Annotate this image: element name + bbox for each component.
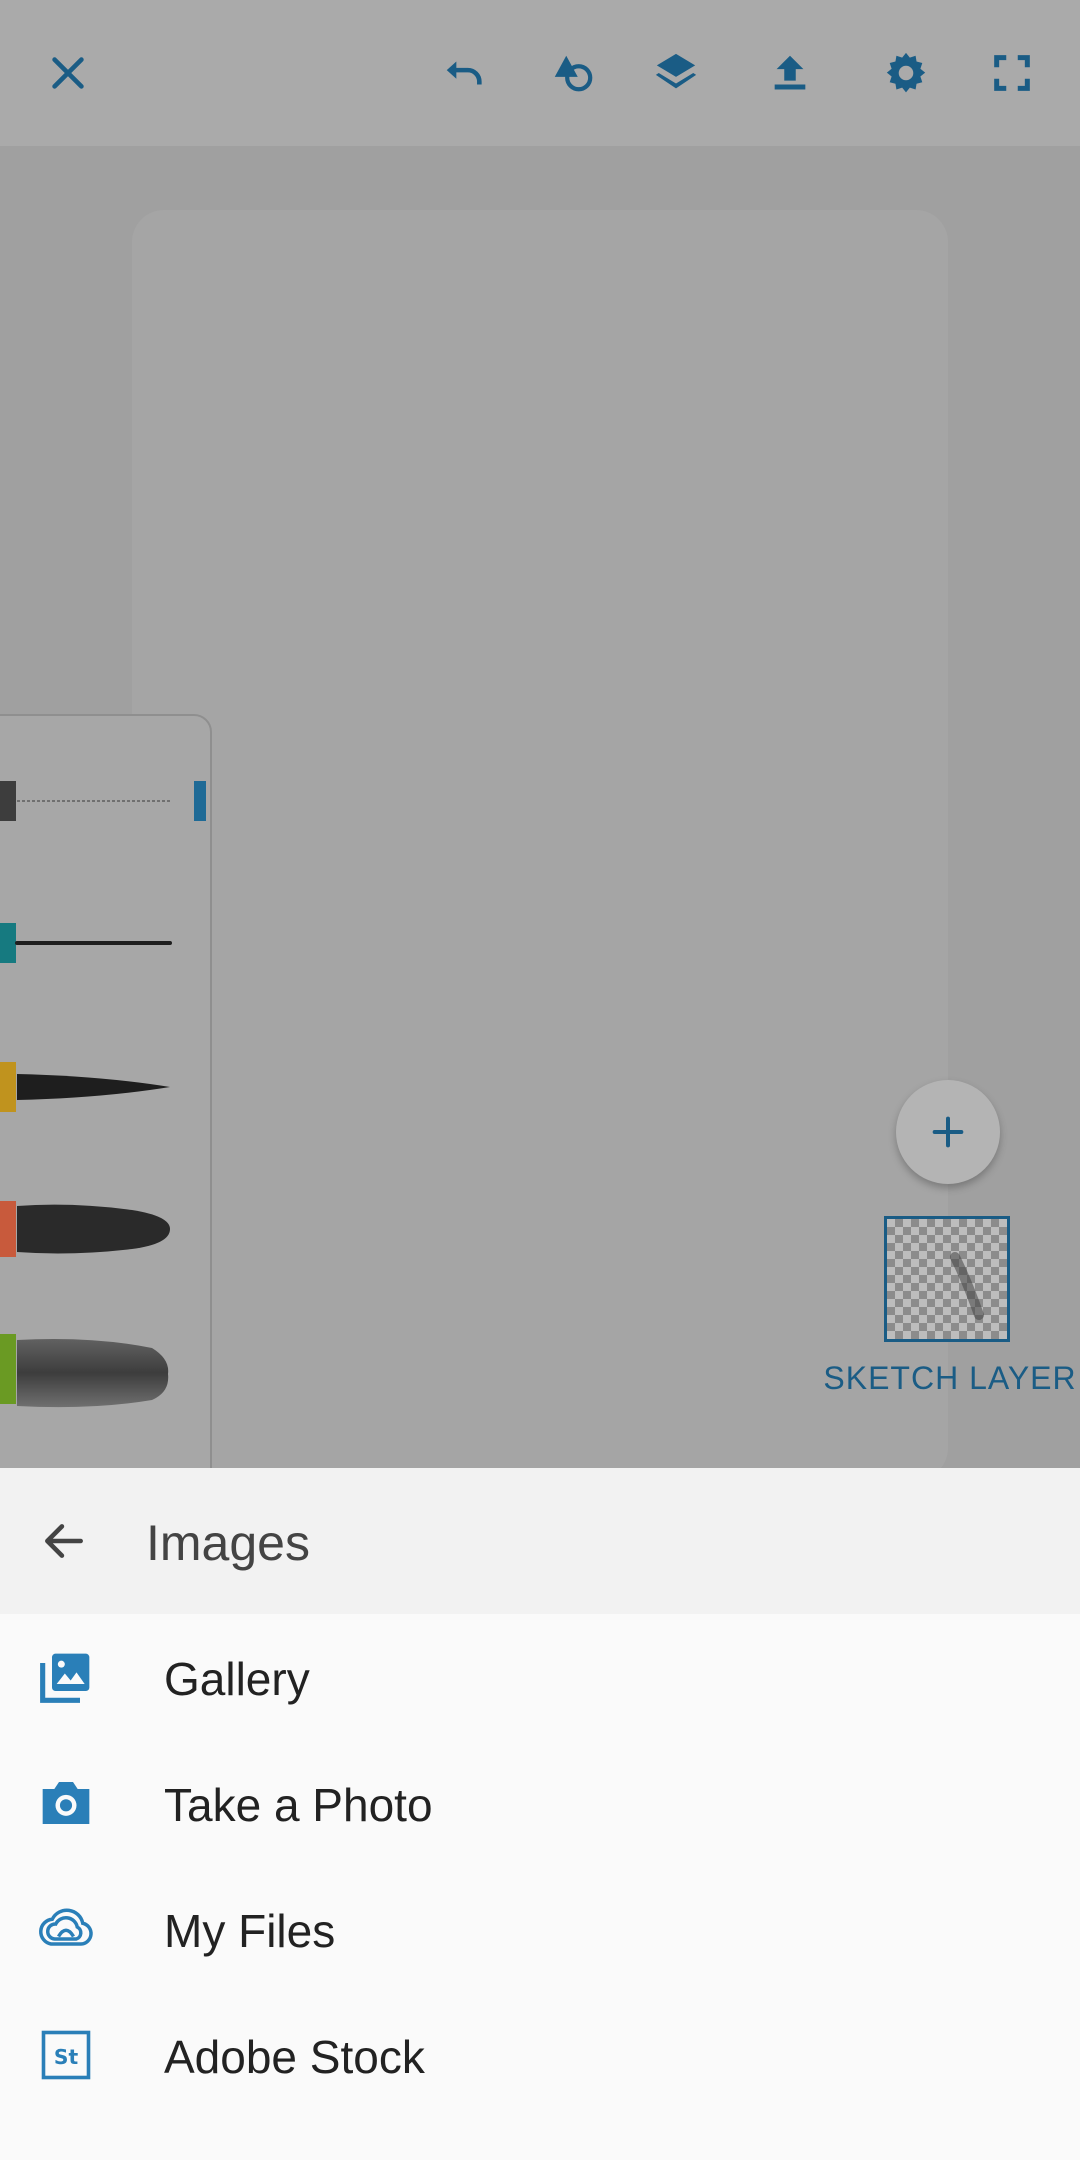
paint-stroke-icon	[17, 1204, 170, 1254]
brush-pencil[interactable]	[0, 766, 178, 836]
plus-icon	[932, 1116, 964, 1148]
layer-preview-stroke	[950, 1252, 984, 1320]
adobe-stock-icon: St	[36, 2025, 96, 2085]
brush-paint[interactable]	[0, 1194, 178, 1264]
list-item-take-photo[interactable]: Take a Photo	[0, 1740, 1080, 1866]
brush-pen[interactable]	[0, 908, 178, 978]
list-item-my-files[interactable]: My Files	[0, 1866, 1080, 1992]
pen-stroke-icon	[15, 941, 172, 945]
share-icon[interactable]	[758, 41, 822, 105]
sketch-layer-thumbnail[interactable]	[884, 1216, 1010, 1342]
list-item-label: Adobe Stock	[164, 2031, 425, 2083]
active-brush-indicator	[194, 781, 206, 821]
brush-ink[interactable]	[0, 1052, 178, 1122]
layer-name-label: SKETCH LAYER	[823, 1360, 1077, 1396]
list-item-adobe-stock[interactable]: St Adobe Stock	[0, 1992, 1080, 2118]
pencil-stroke-icon	[17, 800, 170, 802]
close-icon[interactable]	[36, 41, 100, 105]
artboard[interactable]	[132, 210, 948, 1480]
drawing-canvas[interactable]: SKETCH LAYER	[0, 146, 1080, 1618]
shapes-icon[interactable]	[540, 41, 604, 105]
ink-stroke-icon	[17, 1074, 170, 1100]
layers-icon[interactable]	[644, 41, 708, 105]
list-item-label: My Files	[164, 1905, 336, 1957]
images-source-list: Gallery Take a Photo My Files St Adobe S…	[0, 1614, 1080, 2160]
top-toolbar	[0, 0, 1080, 146]
add-layer-button[interactable]	[896, 1080, 1000, 1184]
brush-watercolor[interactable]	[0, 1334, 178, 1408]
sheet-title: Images	[146, 1515, 310, 1571]
fullscreen-icon[interactable]	[980, 41, 1044, 105]
list-item-label: Gallery	[164, 1653, 310, 1705]
gallery-icon	[36, 1647, 96, 1707]
camera-icon	[36, 1773, 96, 1833]
list-item-label: Take a Photo	[164, 1779, 433, 1831]
images-sheet-header: Images	[0, 1468, 1080, 1614]
undo-icon[interactable]	[432, 41, 496, 105]
creative-cloud-icon	[36, 1899, 96, 1959]
back-arrow-icon[interactable]	[32, 1509, 96, 1573]
settings-icon[interactable]	[874, 41, 938, 105]
list-item-gallery[interactable]: Gallery	[0, 1614, 1080, 1740]
svg-text:St: St	[54, 2045, 79, 2069]
watercolor-stroke-icon	[17, 1339, 169, 1408]
